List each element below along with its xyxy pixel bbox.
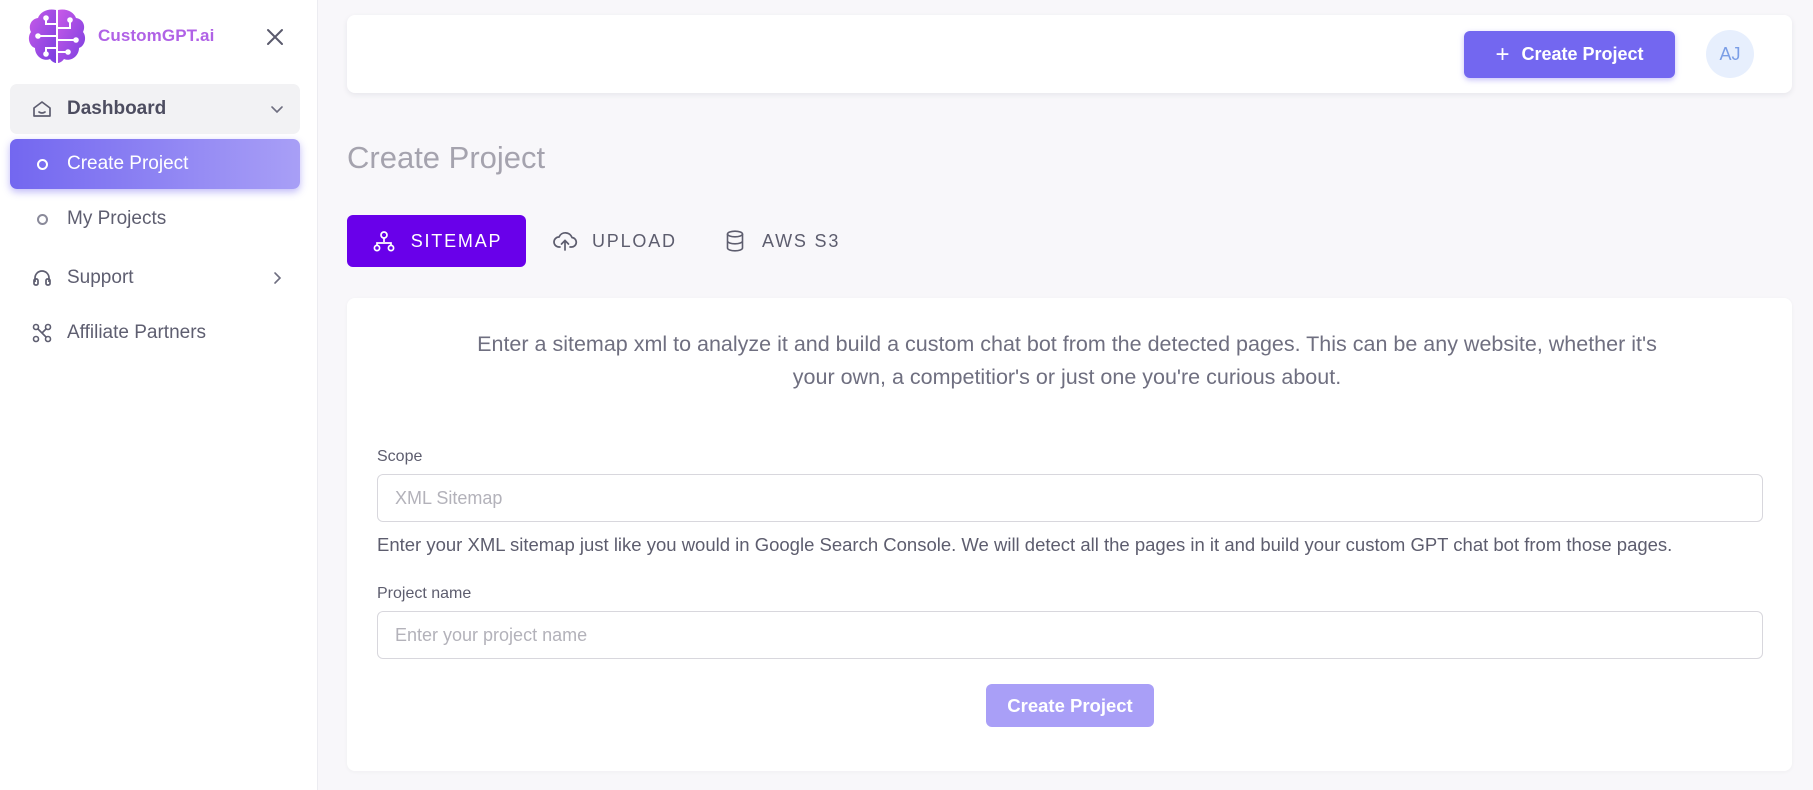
headphones-icon <box>31 267 53 289</box>
chevron-right-icon <box>274 272 282 284</box>
circle-icon <box>31 153 53 175</box>
create-project-button[interactable]: + Create Project <box>1464 31 1675 78</box>
sidebar-item-dashboard[interactable]: Dashboard <box>10 84 300 134</box>
page-title: Create Project <box>347 140 546 175</box>
database-icon <box>722 228 748 254</box>
share-icon <box>31 322 53 344</box>
scope-help-text: Enter your XML sitemap just like you wou… <box>377 534 1673 555</box>
tab-label: AWS S3 <box>762 230 841 251</box>
sidebar-item-support[interactable]: Support <box>10 253 300 303</box>
sidebar-item-label: Support <box>67 267 134 288</box>
tab-label: UPLOAD <box>592 230 677 251</box>
sidebar-item-my-projects[interactable]: My Projects <box>10 194 300 244</box>
tab-aws-s3[interactable]: AWS S3 <box>722 215 840 267</box>
intro-text: Enter a sitemap xml to analyze it and bu… <box>477 332 1657 389</box>
brain-circuit-icon <box>28 9 86 64</box>
sidebar-item-create-project[interactable]: Create Project <box>10 139 300 189</box>
create-project-button-label: Create Project <box>1521 44 1644 64</box>
cloud-upload-icon <box>552 228 578 254</box>
home-icon <box>31 98 53 120</box>
top-bar: + Create Project AJ <box>347 15 1792 93</box>
sidebar-item-affiliate-partners[interactable]: Affiliate Partners <box>10 308 300 358</box>
sidebar-item-label: Create Project <box>67 153 189 174</box>
xml-sitemap-input[interactable] <box>377 474 1763 522</box>
scope-label: Scope <box>377 448 423 465</box>
sidebar-item-label: My Projects <box>67 208 167 229</box>
sitemap-icon <box>371 228 397 254</box>
project-name-label: Project name <box>377 585 472 602</box>
chevron-down-icon <box>271 106 283 114</box>
sidebar-item-label: Affiliate Partners <box>67 322 207 343</box>
tab-sitemap[interactable]: SITEMAP <box>347 215 526 267</box>
tab-label: SITEMAP <box>410 230 503 251</box>
sidebar-item-label: Dashboard <box>67 98 167 119</box>
brand-name: CustomGPT.ai <box>98 26 215 45</box>
sitemap-form-card: Enter a sitemap xml to analyze it and bu… <box>347 298 1792 771</box>
submit-create-project-button[interactable]: Create Project <box>986 684 1154 727</box>
sidebar: CustomGPT.ai Dashboard Create Project My… <box>0 0 318 790</box>
project-name-input[interactable] <box>377 611 1763 659</box>
tab-upload[interactable]: UPLOAD <box>552 215 677 267</box>
plus-icon: + <box>1495 40 1510 68</box>
close-icon[interactable] <box>262 24 288 50</box>
avatar[interactable]: AJ <box>1706 30 1754 78</box>
brand[interactable]: CustomGPT.ai <box>26 6 214 66</box>
circle-icon <box>31 208 53 230</box>
